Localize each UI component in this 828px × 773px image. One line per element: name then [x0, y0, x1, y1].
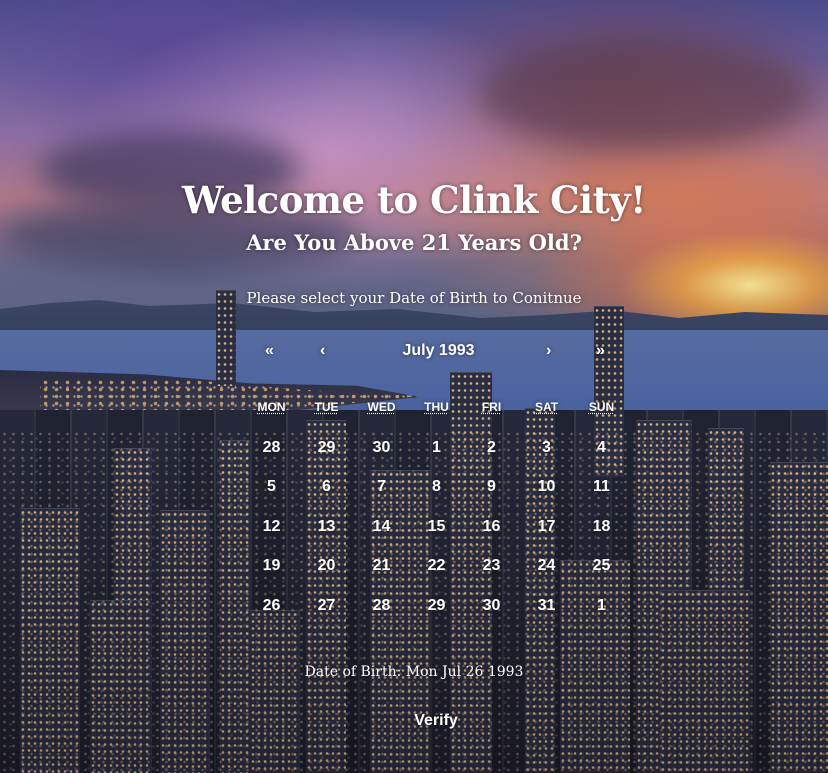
calendar-day[interactable]: 3 [519, 428, 574, 467]
calendar-day[interactable]: 13 [299, 507, 354, 546]
age-gate: Welcome to Clink City! Are You Above 21 … [0, 0, 828, 773]
calendar-day[interactable]: 22 [409, 546, 464, 585]
calendar-day[interactable]: 30 [354, 428, 409, 467]
page-title: Welcome to Clink City! [0, 178, 828, 222]
weekday-label: MON [244, 400, 299, 416]
instruction-text: Please select your Date of Birth to Coni… [0, 289, 828, 307]
calendar-day[interactable]: 6 [299, 467, 354, 506]
calendar-day[interactable]: 17 [519, 507, 574, 546]
next-month-button[interactable]: › [546, 342, 551, 360]
calendar-day[interactable]: 19 [244, 546, 299, 585]
calendar-navigation: « ‹ July 1993 › » [244, 338, 629, 366]
weekday-label: SUN [574, 400, 629, 416]
verify-button[interactable]: Verify [404, 709, 468, 733]
date-picker-calendar: « ‹ July 1993 › » MON TUE WED THU FRI SA… [244, 338, 629, 625]
calendar-day[interactable]: 10 [519, 467, 574, 506]
calendar-day[interactable]: 29 [299, 428, 354, 467]
next-year-button[interactable]: » [596, 342, 605, 360]
page-subtitle: Are You Above 21 Years Old? [0, 230, 828, 255]
calendar-days-grid: 28 29 30 1 2 3 4 5 6 7 8 9 10 11 12 13 1… [244, 428, 629, 625]
calendar-day[interactable]: 5 [244, 467, 299, 506]
month-year-label[interactable]: July 1993 [246, 342, 631, 360]
calendar-day[interactable]: 8 [409, 467, 464, 506]
weekday-label: FRI [464, 400, 519, 416]
calendar-day[interactable]: 26 [244, 586, 299, 625]
calendar-day[interactable]: 28 [354, 586, 409, 625]
calendar-day[interactable]: 11 [574, 467, 629, 506]
weekday-label: TUE [299, 400, 354, 416]
calendar-day[interactable]: 7 [354, 467, 409, 506]
calendar-day[interactable]: 2 [464, 428, 519, 467]
calendar-day[interactable]: 23 [464, 546, 519, 585]
calendar-day[interactable]: 30 [464, 586, 519, 625]
calendar-day[interactable]: 15 [409, 507, 464, 546]
calendar-day[interactable]: 12 [244, 507, 299, 546]
calendar-day[interactable]: 27 [299, 586, 354, 625]
calendar-day[interactable]: 14 [354, 507, 409, 546]
calendar-day[interactable]: 18 [574, 507, 629, 546]
weekday-header: MON TUE WED THU FRI SAT SUN [244, 400, 629, 416]
calendar-day[interactable]: 1 [409, 428, 464, 467]
calendar-day[interactable]: 16 [464, 507, 519, 546]
date-of-birth-display: Date of Birth: Mon Jul 26 1993 [0, 664, 828, 680]
calendar-day[interactable]: 25 [574, 546, 629, 585]
weekday-label: THU [409, 400, 464, 416]
weekday-label: WED [354, 400, 409, 416]
calendar-day[interactable]: 9 [464, 467, 519, 506]
calendar-day[interactable]: 4 [574, 428, 629, 467]
calendar-day[interactable]: 24 [519, 546, 574, 585]
calendar-day[interactable]: 21 [354, 546, 409, 585]
calendar-day[interactable]: 29 [409, 586, 464, 625]
calendar-day[interactable]: 28 [244, 428, 299, 467]
weekday-label: SAT [519, 400, 574, 416]
calendar-day[interactable]: 20 [299, 546, 354, 585]
calendar-day[interactable]: 1 [574, 586, 629, 625]
calendar-day[interactable]: 31 [519, 586, 574, 625]
